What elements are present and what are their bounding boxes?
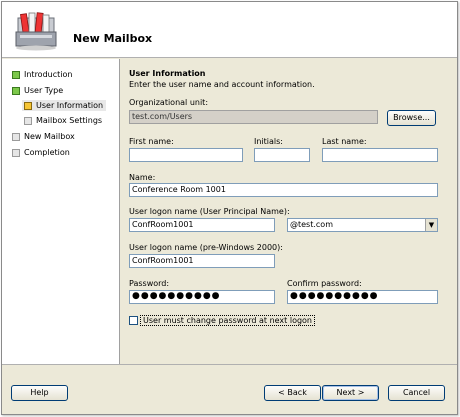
footer-separator [2, 364, 457, 365]
password-field[interactable]: ●●●●●●●●●● [129, 290, 275, 304]
upn-domain-value: @test.com [290, 220, 333, 229]
next-button[interactable]: Next > [322, 385, 379, 401]
first-name-label: First name: [129, 137, 174, 146]
wizard-steps: Introduction User Type User Information … [2, 59, 119, 364]
upn-label: User logon name (User Principal Name): [129, 207, 290, 216]
initials-label: Initials: [254, 137, 283, 146]
confirm-password-field[interactable]: ●●●●●●●●●● [287, 290, 438, 304]
org-unit-field: test.com/Users [129, 110, 378, 124]
must-change-password-label[interactable]: User must change password at next logon [140, 315, 316, 326]
name-label: Name: [129, 173, 156, 182]
section-title: User Information [129, 69, 206, 78]
dropdown-arrow-icon[interactable]: ▼ [425, 219, 437, 231]
upn-field[interactable]: ConfRoom1001 [129, 218, 275, 232]
cancel-button[interactable]: Cancel [388, 385, 445, 401]
wizard-header: New Mailbox [2, 2, 457, 58]
step-label: User Type [24, 86, 64, 95]
pre2000-field[interactable]: ConfRoom1001 [129, 254, 275, 268]
org-unit-label: Organizational unit: [129, 98, 209, 107]
back-button[interactable]: < Back [264, 385, 321, 401]
mailbox-icon [15, 12, 57, 51]
step-user-type: User Type [12, 86, 63, 95]
section-description: Enter the user name and account informat… [129, 80, 315, 89]
last-name-label: Last name: [322, 137, 367, 146]
confirm-password-label: Confirm password: [287, 279, 362, 288]
last-name-field[interactable] [322, 148, 438, 162]
pending-status-icon [12, 148, 20, 157]
first-name-field[interactable] [129, 148, 243, 162]
upn-domain-select[interactable]: @test.com ▼ [287, 218, 438, 232]
browse-button[interactable]: Browse... [387, 110, 436, 126]
step-introduction: Introduction [12, 70, 72, 79]
help-button[interactable]: Help [11, 385, 68, 401]
complete-status-icon [12, 70, 20, 79]
step-completion: Completion [12, 148, 70, 157]
must-change-password-checkbox[interactable] [129, 316, 138, 325]
complete-status-icon [12, 86, 20, 95]
step-label: User Information [36, 101, 104, 110]
initials-field[interactable] [254, 148, 310, 162]
name-field[interactable]: Conference Room 1001 [129, 183, 438, 197]
step-label: Introduction [24, 70, 73, 79]
step-user-information: User Information [22, 100, 107, 111]
pending-status-icon [12, 132, 20, 141]
step-label: New Mailbox [24, 132, 75, 141]
new-mailbox-wizard: New Mailbox Introduction User Type User … [1, 1, 458, 415]
step-label: Mailbox Settings [36, 116, 103, 125]
password-label: Password: [129, 279, 170, 288]
wizard-title: New Mailbox [73, 32, 153, 45]
pending-status-icon [24, 116, 32, 125]
pre2000-label: User logon name (pre-Windows 2000): [129, 243, 283, 252]
user-information-panel: User Information Enter the user name and… [120, 59, 457, 364]
step-mailbox-settings: Mailbox Settings [24, 116, 102, 125]
step-label: Completion [24, 148, 70, 157]
step-new-mailbox: New Mailbox [12, 132, 75, 141]
current-status-icon [24, 101, 32, 110]
